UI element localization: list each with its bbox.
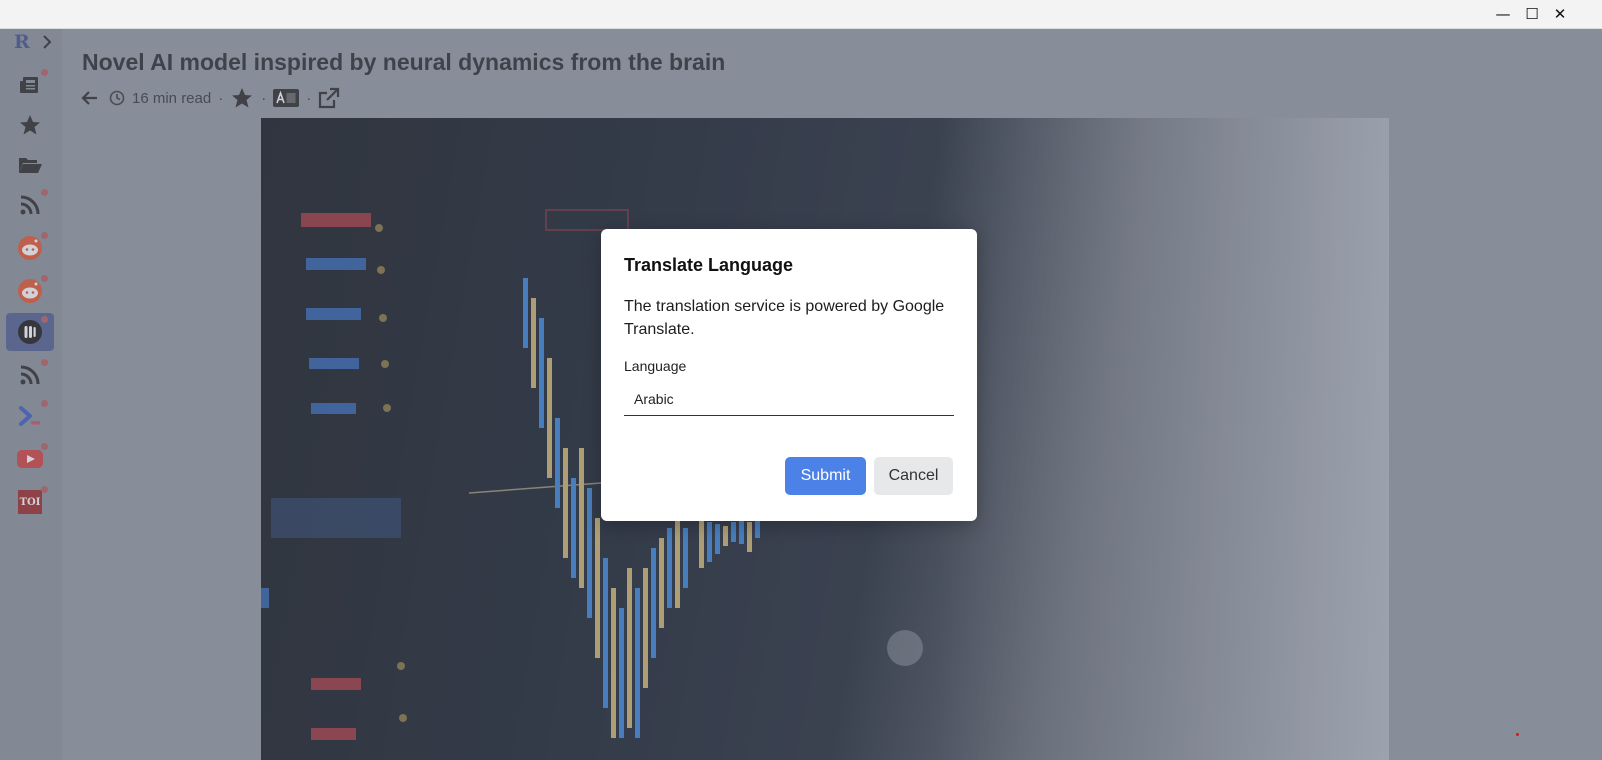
cursor-marker [1516,733,1519,736]
translate-language-dialog: Translate Language The translation servi… [601,229,977,521]
close-button[interactable]: ✕ [1545,0,1575,28]
window-titlebar: — ☐ ✕ [0,0,1602,29]
maximize-button[interactable]: ☐ [1517,0,1547,28]
dialog-description: The translation service is powered by Go… [624,298,945,338]
minimize-button[interactable]: — [1488,0,1518,28]
cancel-button[interactable]: Cancel [874,457,953,495]
dialog-title: Translate Language [624,255,794,275]
submit-button[interactable]: Submit [785,457,866,495]
language-label: Language [624,358,687,374]
language-input[interactable] [624,382,954,416]
